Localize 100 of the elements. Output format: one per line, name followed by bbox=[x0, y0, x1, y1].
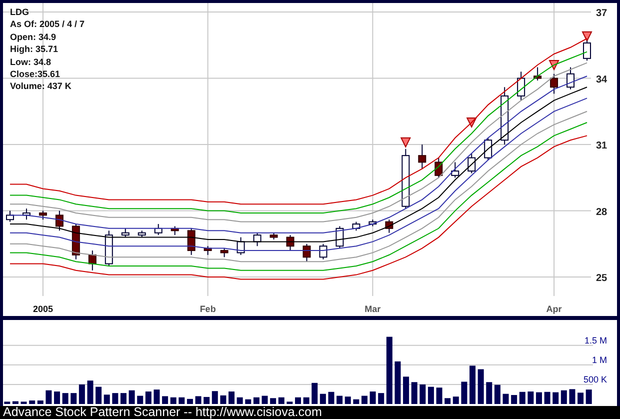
candlestick bbox=[583, 40, 591, 62]
axis-label: 37 bbox=[596, 8, 608, 20]
volume-bar bbox=[578, 392, 584, 404]
quote-info-text: Volume: 437 K bbox=[10, 80, 72, 93]
candlestick bbox=[468, 152, 476, 174]
volume-bar bbox=[212, 391, 218, 404]
volume-bar bbox=[303, 397, 310, 404]
footer-text: Advance Stock Pattern Scanner -- http://www.cisiova.com bbox=[2, 406, 323, 419]
volume-bar bbox=[403, 376, 410, 404]
volume-bar bbox=[170, 397, 176, 404]
volume-bar bbox=[128, 390, 135, 404]
volume-bar bbox=[245, 399, 252, 404]
volume-bar bbox=[12, 401, 18, 404]
volume-bar bbox=[494, 384, 500, 404]
volume-bar bbox=[78, 384, 85, 404]
volume-bar bbox=[560, 390, 567, 404]
axis-label: 500 K bbox=[583, 374, 607, 384]
candlestick bbox=[72, 224, 80, 260]
volume-bar bbox=[262, 396, 268, 404]
quote-info-text: High: 35.71 bbox=[10, 43, 60, 56]
candlestick bbox=[385, 219, 394, 234]
volume-bar bbox=[328, 392, 334, 404]
volume-bar bbox=[544, 392, 550, 404]
volume-bar bbox=[428, 386, 434, 404]
volume-bar bbox=[104, 394, 110, 404]
volume-bar bbox=[87, 380, 94, 404]
axis-label: 34 bbox=[596, 74, 608, 86]
quote-info-text: Open: 34.9 bbox=[10, 30, 58, 44]
candlestick bbox=[170, 226, 179, 236]
candlestick bbox=[534, 66, 542, 81]
volume-bar bbox=[370, 392, 376, 404]
axis-label: 2005 bbox=[32, 304, 53, 314]
candlestick bbox=[138, 230, 146, 238]
candlestick bbox=[38, 210, 47, 220]
candlestick bbox=[500, 86, 509, 146]
volume-bar bbox=[145, 392, 152, 404]
volume-bar bbox=[394, 361, 401, 404]
candlestick bbox=[517, 71, 526, 101]
volume-bar bbox=[228, 392, 235, 404]
quote-info-text: LDG bbox=[10, 6, 30, 18]
candlestick bbox=[302, 243, 311, 262]
axis-label: Feb bbox=[200, 304, 216, 314]
candlestick bbox=[566, 66, 575, 90]
volume-bar bbox=[586, 390, 592, 404]
volume-bar bbox=[286, 402, 293, 404]
volume-bar bbox=[112, 393, 118, 404]
quote-info-text: Close:35.61 bbox=[10, 68, 62, 80]
volume-bar bbox=[344, 396, 351, 404]
candlestick bbox=[550, 73, 558, 94]
volume-bar bbox=[436, 388, 442, 404]
axis-label: 25 bbox=[596, 273, 608, 284]
volume-bar bbox=[120, 393, 126, 404]
volume-bar bbox=[452, 396, 459, 404]
candlestick bbox=[451, 162, 460, 178]
volume-bar bbox=[96, 386, 102, 404]
volume-bar bbox=[461, 382, 468, 404]
candlestick bbox=[418, 144, 426, 170]
volume-bar bbox=[386, 336, 392, 404]
volume-bar bbox=[278, 397, 284, 404]
volume-bar bbox=[569, 389, 576, 404]
axis-label: 28 bbox=[596, 206, 608, 218]
volume-bar bbox=[4, 402, 10, 404]
candlestick bbox=[104, 230, 113, 266]
volume-bar bbox=[478, 369, 484, 404]
volume-bar bbox=[195, 396, 202, 404]
volume-bar bbox=[470, 366, 476, 404]
signal-marker bbox=[582, 31, 592, 42]
volume-bar bbox=[162, 396, 168, 404]
volume-bar bbox=[519, 392, 526, 404]
volume-bar bbox=[20, 402, 27, 404]
volume-bar bbox=[536, 392, 542, 404]
volume-bar bbox=[154, 390, 160, 404]
volume-bar bbox=[29, 400, 36, 404]
volume-bar bbox=[186, 398, 193, 404]
volume-bar bbox=[220, 395, 226, 404]
candlestick bbox=[236, 236, 245, 256]
volume-bar bbox=[420, 384, 426, 404]
volume-bar bbox=[444, 398, 451, 404]
candlestick bbox=[220, 248, 228, 258]
candlestick bbox=[22, 208, 30, 220]
axis-label: Mar bbox=[364, 304, 381, 314]
volume-bar bbox=[37, 400, 44, 404]
candlestick bbox=[484, 137, 492, 160]
volume-bar bbox=[486, 382, 492, 404]
axis-label: 1.5 M bbox=[584, 335, 607, 346]
volume-bar bbox=[378, 393, 384, 404]
signal-marker bbox=[548, 60, 560, 71]
volume-bar bbox=[137, 396, 144, 404]
volume-bar bbox=[320, 394, 326, 404]
candlestick bbox=[286, 234, 294, 252]
signal-marker bbox=[400, 137, 411, 148]
volume-bar bbox=[312, 382, 318, 404]
axis-label: Apr bbox=[546, 304, 562, 314]
candlestick bbox=[6, 210, 14, 222]
volume-bar bbox=[336, 396, 343, 404]
volume-bar bbox=[178, 397, 185, 404]
candlestick bbox=[55, 210, 64, 232]
volume-bar bbox=[253, 397, 260, 404]
candlestick bbox=[319, 243, 328, 260]
candlestick bbox=[187, 228, 196, 256]
